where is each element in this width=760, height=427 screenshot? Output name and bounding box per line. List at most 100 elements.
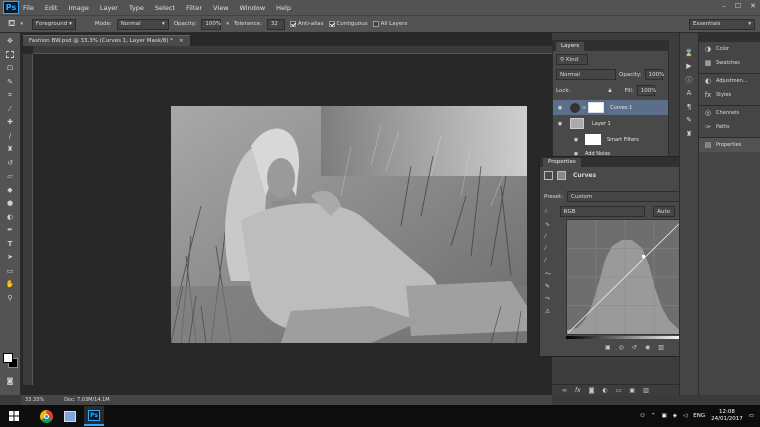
minimize-button[interactable]: – — [722, 2, 726, 10]
antialias-checkbox[interactable]: Anti-alias — [289, 21, 324, 27]
character-icon[interactable]: A — [683, 88, 695, 99]
link-layers-icon[interactable]: ∞ — [562, 387, 567, 394]
channel-select[interactable]: RGB — [559, 206, 645, 217]
document-tab[interactable]: Fashion BW.psd @ 33.3% (Curves 1, Layer … — [23, 35, 190, 46]
layer-style-icon[interactable]: fx — [575, 387, 581, 394]
layer-opacity-input[interactable]: 100% — [644, 69, 664, 80]
marquee-tool-icon[interactable] — [4, 49, 16, 60]
mask-icon[interactable] — [557, 171, 566, 180]
paragraph-icon[interactable]: ¶ — [683, 101, 695, 112]
gray-point-eyedropper-icon[interactable]: ⁄ — [545, 245, 551, 252]
curve-draw-icon[interactable]: 〜 — [545, 269, 551, 278]
clip-to-layer-icon[interactable]: ▣ — [605, 344, 611, 351]
new-layer-icon[interactable]: ▣ — [629, 387, 635, 394]
history-icon[interactable]: ⌛ — [683, 47, 695, 58]
move-tool-icon[interactable]: ✥ — [4, 36, 16, 47]
layer-filter-select[interactable]: ⚲ Kind — [556, 54, 588, 65]
clone-source-icon[interactable]: ♜ — [683, 128, 695, 139]
pen-tool-icon[interactable]: ✒ — [4, 225, 16, 236]
dock-item-styles[interactable]: fx Styles — [699, 88, 760, 102]
mode-select[interactable]: Normal ▾ — [116, 18, 169, 30]
dock-item-color[interactable]: ◑ Color — [699, 42, 760, 56]
menu-type[interactable]: Type — [129, 4, 144, 12]
clock[interactable]: 12:08 24/01/2017 — [711, 409, 743, 423]
network-icon[interactable]: ▣ — [662, 413, 667, 419]
properties-tab[interactable]: Properties — [543, 157, 581, 167]
opacity-input[interactable]: 100% — [201, 18, 222, 30]
visibility-icon[interactable]: ◉ — [645, 344, 650, 351]
chevron-down-icon[interactable]: ▾ — [226, 21, 229, 27]
layers-tab[interactable]: Layers — [556, 41, 585, 51]
close-button[interactable]: ✕ — [750, 2, 756, 10]
trash-icon[interactable]: ▥ — [643, 387, 649, 394]
layer-name[interactable]: Smart Filters — [607, 137, 639, 143]
history-brush-icon[interactable]: ↺ — [4, 157, 16, 168]
quick-mask-icon[interactable]: ◙ — [4, 376, 16, 387]
blend-mode-select[interactable]: Normal — [556, 69, 616, 80]
menu-help[interactable]: Help — [276, 4, 291, 12]
eye-icon[interactable]: ◉ — [553, 105, 567, 111]
type-tool-icon[interactable]: T — [4, 238, 16, 249]
paint-bucket-tool-icon[interactable]: ◆ — [4, 184, 16, 195]
menu-edit[interactable]: Edit — [45, 4, 58, 12]
photoshop-taskbar-icon[interactable]: Ps — [84, 406, 104, 426]
maximize-button[interactable]: ☐ — [735, 2, 741, 10]
pencil-icon[interactable]: ✎ — [545, 283, 551, 290]
quick-select-tool-icon[interactable]: ✎ — [4, 76, 16, 87]
clipping-warning-icon[interactable]: ⚠ — [545, 308, 551, 315]
dock-item-paths[interactable]: ✑ Paths — [699, 120, 760, 134]
menu-select[interactable]: Select — [155, 4, 175, 12]
layer-mask-thumbnail[interactable] — [588, 102, 605, 113]
shape-tool-icon[interactable]: ▭ — [4, 265, 16, 276]
layer-name[interactable]: Curves 1 — [610, 105, 632, 111]
layer-row-curves[interactable]: ◉ ∞ Curves 1 — [553, 100, 668, 115]
group-icon[interactable]: ▭ — [616, 387, 622, 394]
crop-tool-icon[interactable]: ⌗ — [4, 90, 16, 101]
tolerance-input[interactable]: 32 — [266, 18, 285, 30]
language-indicator[interactable]: ENG — [693, 413, 705, 419]
black-point-eyedropper-icon[interactable]: ⁄ — [545, 233, 551, 240]
hand-tool-icon[interactable]: ✋ — [4, 279, 16, 290]
dock-item-adjustments[interactable]: ◐ Adjustmen... — [699, 74, 760, 88]
actions-icon[interactable]: ▶ — [683, 61, 695, 72]
people-icon[interactable]: ⚇ — [640, 413, 645, 419]
reset-icon[interactable]: ↺ — [632, 344, 637, 351]
dock-item-channels[interactable]: ◎ Channels — [699, 106, 760, 120]
add-mask-icon[interactable]: ◙ — [589, 387, 595, 394]
zoom-tool-icon[interactable]: ⚲ — [4, 292, 16, 303]
paint-bucket-icon[interactable]: ⛾ — [8, 19, 15, 30]
eye-icon[interactable]: ◉ — [569, 137, 583, 143]
stamp-tool-icon[interactable]: ♜ — [4, 144, 16, 155]
volume-icon[interactable]: ◁ — [683, 413, 687, 419]
layer-name[interactable]: Layer 1 — [592, 121, 611, 127]
eraser-tool-icon[interactable]: ▱ — [4, 171, 16, 182]
menu-image[interactable]: Image — [68, 4, 88, 12]
all-layers-checkbox[interactable]: All Layers — [372, 21, 407, 27]
lock-icon[interactable]: 🔒︎ — [608, 87, 611, 95]
tray-chevron-icon[interactable]: ⌃ — [651, 413, 656, 419]
brush-tool-icon[interactable]: ∕ — [4, 130, 16, 141]
auto-button[interactable]: Auto — [652, 206, 675, 217]
tool-preset-chevron-icon[interactable]: ▾ — [20, 21, 23, 27]
path-select-tool-icon[interactable]: ➤ — [4, 252, 16, 263]
zoom-level[interactable]: 33.33% — [25, 397, 44, 403]
workspace-select[interactable]: Essentials ▾ — [689, 18, 755, 30]
foreground-color-swatch[interactable] — [3, 353, 13, 363]
fill-source-select[interactable]: Foreground ▾ — [31, 18, 76, 30]
chrome-icon[interactable] — [36, 406, 56, 426]
notifications-icon[interactable]: ▭ — [749, 413, 754, 419]
view-previous-icon[interactable]: ◎ — [619, 344, 624, 351]
eye-icon[interactable]: ◉ — [553, 121, 567, 127]
menu-filter[interactable]: Filter — [186, 4, 202, 12]
point-edit-icon[interactable]: ∿ — [545, 221, 551, 228]
white-point-eyedropper-icon[interactable]: ⁄ — [545, 257, 551, 264]
menu-view[interactable]: View — [213, 4, 228, 12]
layer-row-layer1[interactable]: ◉ Layer 1 — [553, 116, 668, 131]
adjustment-layer-icon[interactable]: ◐ — [603, 387, 608, 394]
eyedropper-tool-icon[interactable]: ⁄ — [4, 103, 16, 114]
close-tab-icon[interactable]: × — [179, 38, 184, 44]
file-explorer-icon[interactable] — [60, 406, 80, 426]
windows-start-icon[interactable] — [4, 406, 24, 426]
tray-app-icon[interactable]: ◈ — [673, 413, 677, 419]
menu-window[interactable]: Window — [240, 4, 266, 12]
